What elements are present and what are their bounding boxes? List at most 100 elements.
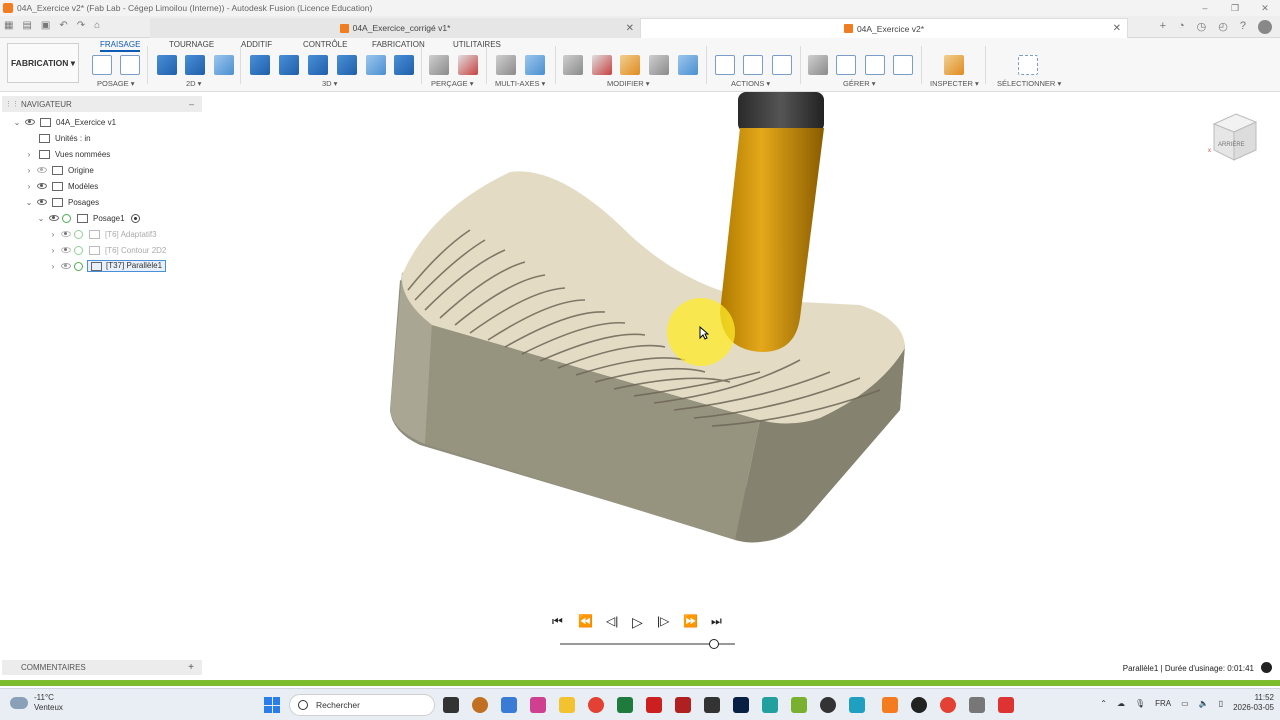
close-tab-icon[interactable]: ✕ bbox=[626, 23, 634, 34]
tab-fraisage[interactable]: FRAISAGE bbox=[100, 40, 141, 52]
tab-fabrication[interactable]: FABRICATION bbox=[372, 40, 425, 49]
home-icon[interactable]: ⌂ bbox=[94, 20, 100, 31]
steep-shallow-icon[interactable] bbox=[308, 55, 328, 75]
cloud-icon[interactable]: ☁ bbox=[1117, 699, 1125, 708]
viewcube[interactable]: ARRIÈRE x bbox=[1208, 110, 1258, 166]
recorder-icon[interactable] bbox=[998, 697, 1014, 713]
group-multi-axes[interactable]: MULTI-AXES ▾ bbox=[495, 79, 545, 88]
tree-named-views[interactable]: › Vues nommées bbox=[24, 147, 110, 161]
minimize-icon[interactable]: – bbox=[1190, 0, 1220, 16]
eye-icon[interactable] bbox=[49, 215, 59, 221]
swarf-icon[interactable] bbox=[525, 55, 545, 75]
scallop-icon[interactable] bbox=[366, 55, 386, 75]
photoshop-icon[interactable] bbox=[733, 697, 749, 713]
chevron-down-icon[interactable]: ⌄ bbox=[24, 198, 34, 207]
extensions-icon[interactable]: ◔ bbox=[1178, 20, 1185, 34]
tree-op-parallel[interactable]: › [T37] Parallèle1 bbox=[48, 259, 167, 273]
measure-icon[interactable] bbox=[944, 55, 964, 75]
tree-units[interactable]: Unités : in bbox=[37, 131, 91, 145]
simulate-icon[interactable] bbox=[715, 55, 735, 75]
setup-sheet-icon[interactable] bbox=[772, 55, 792, 75]
status-indicator-icon[interactable] bbox=[1261, 662, 1272, 673]
tool-library-icon[interactable] bbox=[649, 55, 669, 75]
delete-toolpath-icon[interactable] bbox=[592, 55, 612, 75]
contour-icon[interactable] bbox=[394, 55, 414, 75]
volume-icon[interactable]: 🔈 bbox=[1199, 699, 1209, 708]
notifications-icon[interactable]: ◴ bbox=[1218, 20, 1228, 34]
tree-setup1[interactable]: ⌄ Posage1 bbox=[36, 211, 140, 225]
jobs-icon[interactable]: ◷ bbox=[1197, 20, 1207, 34]
tab-utilitaires[interactable]: UTILITAIRES bbox=[453, 40, 501, 49]
help-icon[interactable]: ? bbox=[1240, 20, 1246, 34]
group-selectionner[interactable]: SÉLECTIONNER ▾ bbox=[997, 79, 1061, 88]
tab-exercice-v2[interactable]: 04A_Exercice v2* ✕ bbox=[640, 18, 1128, 38]
chevron-down-icon[interactable]: ⌄ bbox=[12, 118, 22, 127]
drag-handle-icon[interactable]: ⋮⋮ bbox=[5, 100, 19, 108]
eye-hidden-icon[interactable] bbox=[61, 247, 71, 253]
group-percage[interactable]: PERÇAGE ▾ bbox=[431, 79, 474, 88]
battery-icon[interactable]: ▯ bbox=[1219, 699, 1223, 708]
template-library-icon[interactable] bbox=[836, 55, 856, 75]
tab-tournage[interactable]: TOURNAGE bbox=[169, 40, 214, 49]
drill-icon[interactable] bbox=[429, 55, 449, 75]
navigator-header[interactable]: ⋮⋮ NAVIGATEUR – bbox=[2, 96, 202, 112]
selected-op[interactable]: [T37] Parallèle1 bbox=[87, 260, 167, 272]
acrobat-icon[interactable] bbox=[646, 697, 662, 713]
eye-hidden-icon[interactable] bbox=[37, 167, 47, 173]
skip-start-icon[interactable]: ⏮ bbox=[552, 614, 563, 629]
hole-recognition-icon[interactable] bbox=[458, 55, 478, 75]
comments-panel[interactable]: COMMENTAIRES + bbox=[2, 660, 202, 675]
tree-setups[interactable]: ⌄ Posages bbox=[24, 195, 99, 209]
tab-additif[interactable]: ADDITIF bbox=[241, 40, 272, 49]
2d-pocket-icon[interactable] bbox=[185, 55, 205, 75]
play-icon[interactable]: ▷ bbox=[632, 614, 643, 631]
prev-op-icon[interactable]: ⏪ bbox=[578, 614, 593, 628]
group-2d[interactable]: 2D ▾ bbox=[186, 79, 201, 88]
redo-icon[interactable]: ↷ bbox=[77, 20, 85, 31]
tab-exercice-corrige[interactable]: 04A_Exercice_corrigé v1* ✕ bbox=[150, 18, 640, 38]
chevron-down-icon[interactable]: ⌄ bbox=[36, 214, 46, 223]
chevron-right-icon[interactable]: › bbox=[24, 150, 34, 159]
tree-op-contour[interactable]: › [T6] Contour 2D2 bbox=[48, 243, 166, 257]
edge-icon[interactable] bbox=[849, 697, 865, 713]
network-icon[interactable]: ▭ bbox=[1181, 699, 1189, 708]
chevron-up-icon[interactable]: ⌃ bbox=[1100, 699, 1107, 708]
2d-adaptive-icon[interactable] bbox=[157, 55, 177, 75]
workspace-switcher[interactable]: FABRICATION ▾ bbox=[7, 43, 79, 83]
post-library-icon[interactable] bbox=[865, 55, 885, 75]
weather-widget[interactable]: -11°C Venteux bbox=[10, 693, 63, 713]
group-gerer[interactable]: GÉRER ▾ bbox=[843, 79, 876, 88]
chrome-icon[interactable] bbox=[940, 697, 956, 713]
eye-icon[interactable] bbox=[37, 183, 47, 189]
new-setup-icon[interactable] bbox=[92, 55, 112, 75]
chevron-right-icon[interactable]: › bbox=[48, 246, 58, 255]
snipping-tool-icon[interactable] bbox=[530, 697, 546, 713]
tab-controle[interactable]: CONTRÔLE bbox=[303, 40, 347, 49]
fusion-taskbar-icon[interactable] bbox=[882, 697, 898, 713]
select-window-icon[interactable] bbox=[1018, 55, 1038, 75]
microphone-icon[interactable]: 🎙 bbox=[1135, 699, 1145, 708]
group-inspecter[interactable]: INSPECTER ▾ bbox=[930, 79, 979, 88]
3d-pocket-icon[interactable] bbox=[279, 55, 299, 75]
tree-models[interactable]: › Modèles bbox=[24, 179, 98, 193]
trim-icon[interactable] bbox=[563, 55, 583, 75]
nc-program-icon[interactable] bbox=[893, 55, 913, 75]
app-icon[interactable] bbox=[911, 697, 927, 713]
eye-hidden-icon[interactable] bbox=[61, 263, 71, 269]
group-3d[interactable]: 3D ▾ bbox=[322, 79, 337, 88]
language-indicator[interactable]: FRA bbox=[1155, 699, 1171, 708]
grid-menu-icon[interactable]: ▦ bbox=[4, 20, 13, 31]
excel-icon[interactable] bbox=[617, 697, 633, 713]
copy-icon[interactable] bbox=[620, 55, 640, 75]
chevron-right-icon[interactable]: › bbox=[48, 262, 58, 271]
eye-hidden-icon[interactable] bbox=[61, 231, 71, 237]
arduino-icon[interactable] bbox=[762, 697, 778, 713]
group-modifier[interactable]: MODIFIER ▾ bbox=[607, 79, 650, 88]
chevron-right-icon[interactable]: › bbox=[48, 230, 58, 239]
parallel-icon[interactable] bbox=[337, 55, 357, 75]
eye-icon[interactable] bbox=[37, 199, 47, 205]
step-forward-icon[interactable]: |▷ bbox=[657, 614, 669, 628]
app-icon[interactable] bbox=[704, 697, 720, 713]
task-view-icon[interactable] bbox=[443, 697, 459, 713]
save-icon[interactable]: ▣ bbox=[41, 20, 50, 31]
